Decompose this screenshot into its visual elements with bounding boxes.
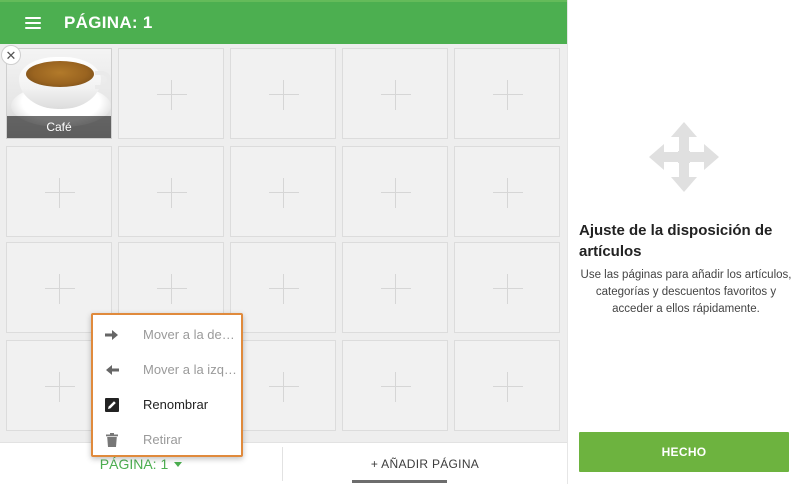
bottom-bar: PÁGINA: 1 + AÑADIR PÁGINA bbox=[0, 442, 567, 484]
empty-grid-slot[interactable] bbox=[342, 340, 448, 431]
item-layout-editor: PÁGINA: 1 Café ✕ PÁGINA: 1 + AÑADIR PÁGI… bbox=[0, 0, 567, 484]
page-title: PÁGINA: 1 bbox=[64, 13, 153, 32]
menu-item-label: Renombrar bbox=[143, 397, 209, 412]
help-title: Ajuste de la disposición de artículos bbox=[579, 222, 773, 260]
plus-icon bbox=[283, 372, 284, 402]
menu-item-move-right[interactable]: Mover a la derecha bbox=[93, 317, 241, 352]
plus-icon bbox=[381, 288, 411, 289]
plus-icon bbox=[493, 94, 523, 95]
plus-icon bbox=[157, 94, 187, 95]
plus-icon bbox=[157, 288, 187, 289]
empty-grid-slot[interactable] bbox=[118, 48, 224, 139]
hamburger-menu-icon[interactable] bbox=[25, 17, 41, 29]
help-description: Use las páginas para añadir los artículo… bbox=[580, 269, 792, 315]
plus-icon bbox=[269, 94, 299, 95]
empty-grid-slot[interactable] bbox=[230, 242, 336, 333]
menu-item-move-left[interactable]: Mover a la izquierda bbox=[93, 352, 241, 387]
plus-icon bbox=[395, 178, 396, 208]
remove-item-close-icon[interactable]: ✕ bbox=[1, 45, 21, 65]
page-selector-label: PÁGINA: 1 bbox=[99, 456, 169, 472]
empty-grid-slot[interactable] bbox=[118, 146, 224, 237]
plus-icon bbox=[381, 94, 411, 95]
grid-item-cafe[interactable]: Café bbox=[6, 48, 112, 139]
menu-item-remove[interactable]: Retirar bbox=[93, 422, 241, 457]
add-page-button[interactable]: + AÑADIR PÁGINA bbox=[283, 443, 567, 484]
plus-icon bbox=[59, 372, 60, 402]
menu-item-label: Retirar bbox=[143, 432, 183, 447]
plus-icon bbox=[45, 192, 75, 193]
empty-grid-slot[interactable] bbox=[454, 242, 560, 333]
plus-icon bbox=[171, 80, 172, 110]
plus-icon bbox=[171, 274, 172, 304]
arrow-left-icon bbox=[105, 363, 119, 377]
plus-icon bbox=[493, 192, 523, 193]
help-panel: Ajuste de la disposición de artículos Us… bbox=[567, 0, 800, 484]
plus-icon bbox=[395, 372, 396, 402]
plus-icon bbox=[507, 274, 508, 304]
plus-icon bbox=[507, 372, 508, 402]
caret-down-icon bbox=[174, 461, 183, 467]
plus-icon bbox=[493, 288, 523, 289]
trash-icon bbox=[105, 432, 119, 447]
move-arrows-icon bbox=[649, 122, 719, 192]
arrow-right-icon bbox=[105, 328, 119, 342]
edit-icon bbox=[105, 397, 119, 412]
empty-grid-slot[interactable] bbox=[230, 146, 336, 237]
empty-grid-slot[interactable] bbox=[6, 146, 112, 237]
plus-icon bbox=[269, 386, 299, 387]
plus-icon bbox=[381, 386, 411, 387]
plus-icon bbox=[45, 386, 75, 387]
plus-icon bbox=[171, 178, 172, 208]
item-grid: Café bbox=[0, 44, 567, 442]
plus-icon bbox=[283, 80, 284, 110]
app-root: PÁGINA: 1 Café ✕ PÁGINA: 1 + AÑADIR PÁGI… bbox=[0, 0, 800, 484]
coffee-image bbox=[26, 61, 94, 87]
empty-grid-slot[interactable] bbox=[342, 242, 448, 333]
plus-icon bbox=[493, 386, 523, 387]
menu-item-rename[interactable]: Renombrar bbox=[93, 387, 241, 422]
plus-icon bbox=[507, 178, 508, 208]
empty-grid-slot[interactable] bbox=[454, 48, 560, 139]
grid-item-label: Café bbox=[7, 116, 111, 138]
menu-item-label: Mover a la derecha bbox=[143, 327, 239, 342]
empty-grid-slot[interactable] bbox=[230, 340, 336, 431]
plus-icon bbox=[157, 192, 187, 193]
plus-icon bbox=[507, 80, 508, 110]
empty-grid-slot[interactable] bbox=[342, 48, 448, 139]
plus-icon bbox=[381, 192, 411, 193]
plus-icon bbox=[269, 192, 299, 193]
plus-icon bbox=[45, 288, 75, 289]
done-button[interactable]: HECHO bbox=[579, 432, 789, 472]
top-app-bar: PÁGINA: 1 bbox=[0, 0, 567, 44]
plus-icon bbox=[59, 178, 60, 208]
empty-grid-slot[interactable] bbox=[342, 146, 448, 237]
add-page-underline bbox=[352, 480, 447, 483]
empty-grid-slot[interactable] bbox=[454, 146, 560, 237]
plus-icon bbox=[269, 288, 299, 289]
plus-icon bbox=[283, 274, 284, 304]
menu-item-label: Mover a la izquierda bbox=[143, 362, 239, 377]
plus-icon bbox=[395, 80, 396, 110]
empty-grid-slot[interactable] bbox=[454, 340, 560, 431]
empty-grid-slot[interactable] bbox=[230, 48, 336, 139]
plus-icon bbox=[395, 274, 396, 304]
page-context-menu: Mover a la derecha Mover a la izquierda … bbox=[91, 313, 243, 457]
plus-icon bbox=[283, 178, 284, 208]
plus-icon bbox=[59, 274, 60, 304]
